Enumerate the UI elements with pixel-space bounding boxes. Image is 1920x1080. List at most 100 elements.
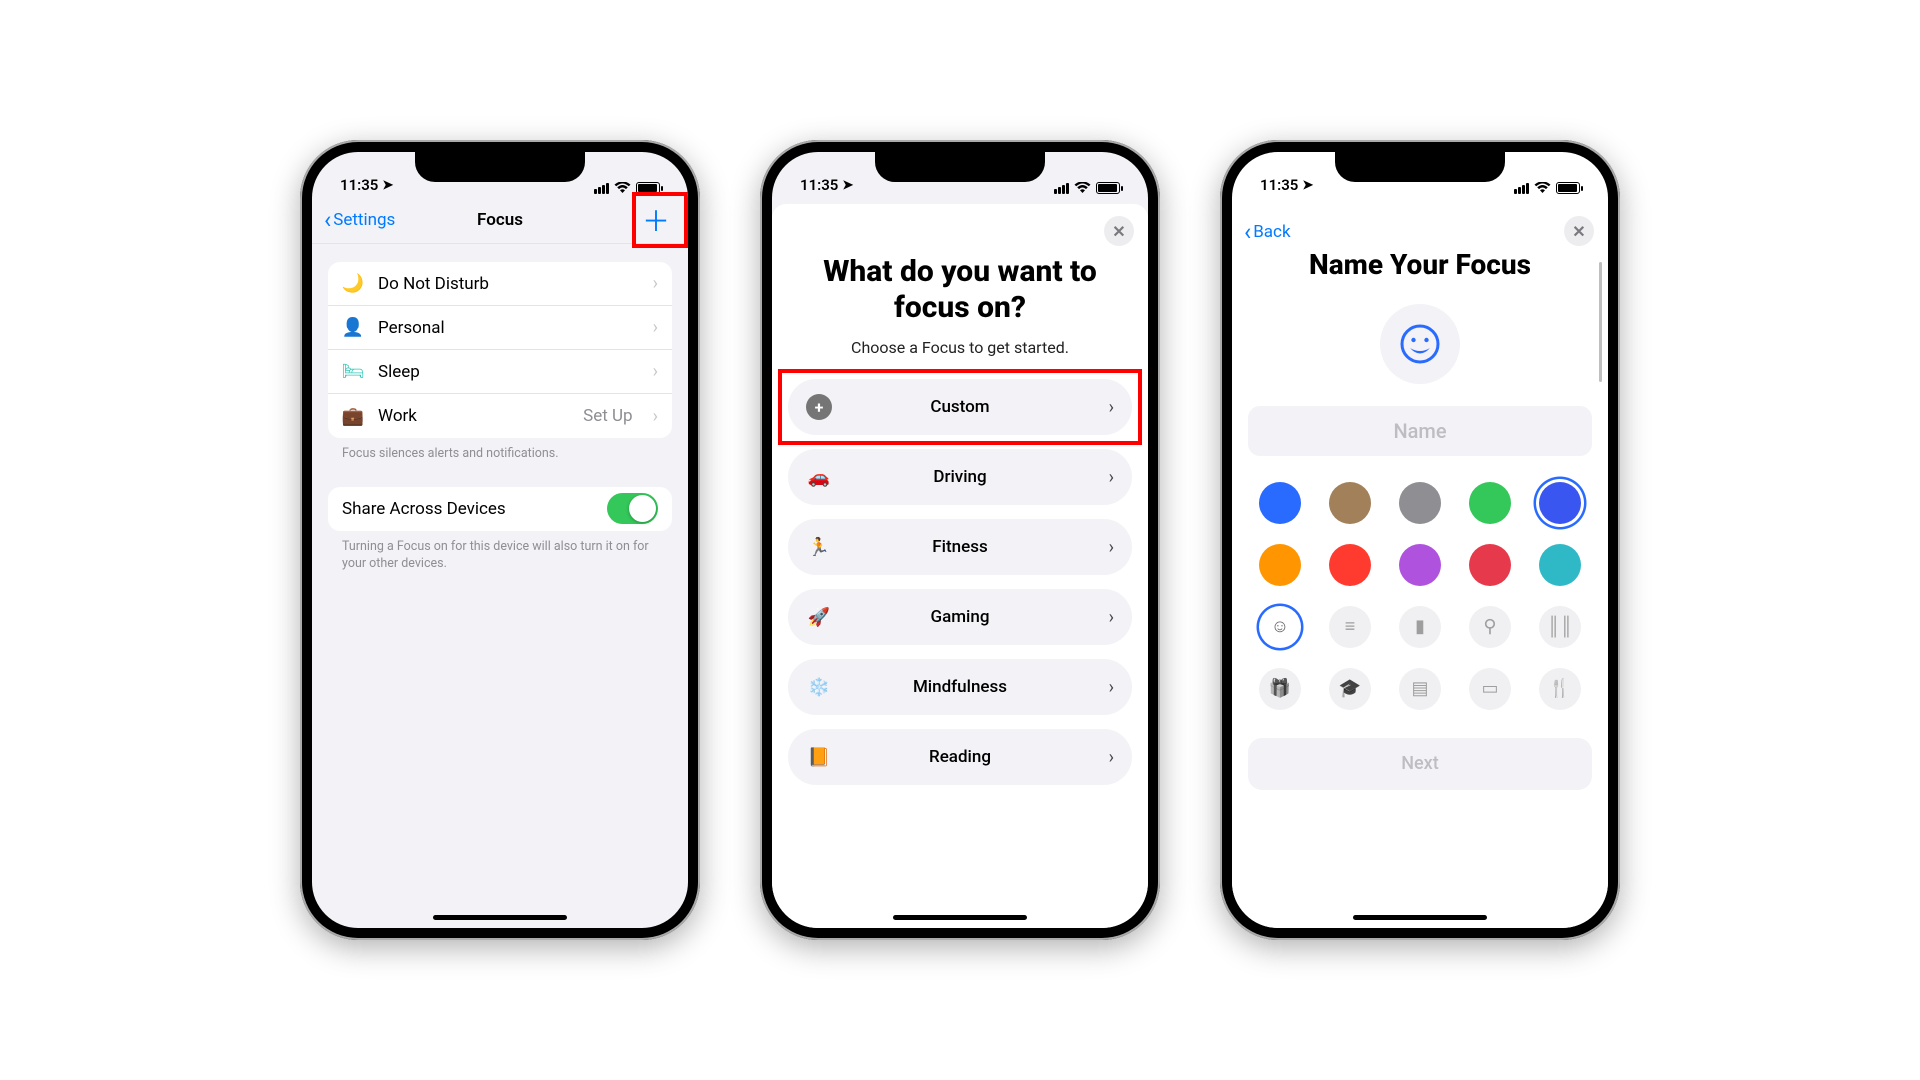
share-label: Share Across Devices [342, 499, 593, 519]
person-icon: 👤 [342, 317, 364, 339]
color-swatch[interactable] [1399, 544, 1441, 586]
cell-signal-icon [1054, 183, 1069, 194]
key-icon[interactable]: ⚲ [1469, 606, 1511, 648]
name-focus-sheet: ‹ Back ✕ Name Your Focus Name ☺ ≡ ▮ ⚲ ║║ 🎁 🎓 ▤ ▭… [1232, 204, 1608, 928]
color-swatch[interactable] [1539, 544, 1581, 586]
fork-icon[interactable]: 🍴 [1539, 668, 1581, 710]
focus-row-work[interactable]: 💼WorkSet Up› [328, 394, 672, 438]
focus-option-label: Driving [788, 467, 1132, 487]
location-icon: ➤ [382, 178, 393, 193]
next-button[interactable]: Next [1248, 738, 1592, 790]
focus-row-personal[interactable]: 👤 Personal › [328, 306, 672, 350]
phone-focus-list: 11:35 ➤ ‹ Settings Focus ＋ 🌙Do Not Distu… [300, 140, 700, 940]
focus-row-do-not-disturb[interactable]: 🌙Do Not Disturb› [328, 262, 672, 306]
file-icon[interactable]: ▤ [1399, 668, 1441, 710]
focus-option-reading[interactable]: 📙Reading› [788, 729, 1132, 785]
back-button[interactable]: ‹ Back [1244, 218, 1291, 246]
status-time: 11:35 [1260, 176, 1298, 194]
icon-preview [1380, 304, 1460, 384]
chevron-right-icon: › [653, 317, 658, 338]
notch [1335, 152, 1505, 182]
color-swatch[interactable] [1469, 544, 1511, 586]
focus-option-mindfulness[interactable]: ❄️Mindfulness› [788, 659, 1132, 715]
focus-option-driving[interactable]: 🚗Driving› [788, 449, 1132, 505]
phone-name-focus: 11:35 ➤ ‹ Back ✕ Name Your Focus [1220, 140, 1620, 940]
chevron-left-icon: ‹ [1244, 218, 1251, 246]
close-icon: ✕ [1112, 222, 1125, 241]
briefcase-icon: 💼 [342, 405, 364, 427]
add-focus-button[interactable]: ＋ [636, 200, 676, 240]
color-swatch[interactable] [1259, 482, 1301, 524]
library-icon[interactable]: ║║ [1539, 606, 1581, 648]
color-swatch[interactable] [1399, 482, 1441, 524]
smiley-icon [1399, 323, 1441, 365]
focus-row-label: Do Not Disturb [378, 274, 639, 294]
color-swatch[interactable] [1329, 482, 1371, 524]
chevron-right-icon: › [653, 273, 658, 294]
chevron-right-icon: › [653, 406, 658, 427]
back-button[interactable]: ‹ Settings [324, 206, 395, 234]
notch [875, 152, 1045, 182]
focus-option-label: Reading [788, 747, 1132, 767]
grad-cap-icon[interactable]: 🎓 [1329, 668, 1371, 710]
color-icon-grid: ☺ ≡ ▮ ⚲ ║║ 🎁 🎓 ▤ ▭ 🍴 [1248, 482, 1592, 710]
status-time: 11:35 [800, 176, 838, 194]
scroll-indicator [1599, 262, 1602, 382]
focus-option-custom[interactable]: +Custom› [788, 379, 1132, 435]
battery-icon [1096, 182, 1120, 194]
gift-icon[interactable]: 🎁 [1259, 668, 1301, 710]
home-indicator[interactable] [1353, 915, 1487, 920]
plus-icon: ＋ [642, 200, 670, 240]
card-icon[interactable]: ▭ [1469, 668, 1511, 710]
color-swatch[interactable] [1469, 482, 1511, 524]
battery-icon [1556, 182, 1580, 194]
focus-option-gaming[interactable]: 🚀Gaming› [788, 589, 1132, 645]
focus-list-card: 🌙Do Not Disturb›👤Personal›🛏Sleep›💼WorkSe… [328, 262, 672, 438]
focus-row-detail: Set Up [583, 406, 632, 426]
choose-focus-sheet: ✕ What do you want to focus on? Choose a… [772, 204, 1148, 928]
status-time: 11:35 [340, 176, 378, 194]
chevron-left-icon: ‹ [324, 206, 331, 234]
wifi-icon [614, 182, 631, 194]
focus-option-fitness[interactable]: 🏃Fitness› [788, 519, 1132, 575]
notch [415, 152, 585, 182]
wifi-icon [1074, 182, 1091, 194]
share-card: Share Across Devices [328, 487, 672, 531]
focus-options-list: +Custom› 🚗Driving› 🏃Fitness› 🚀Gaming› ❄️Mind… [788, 379, 1132, 797]
home-indicator[interactable] [433, 915, 567, 920]
share-hint: Turning a Focus on for this device will … [328, 531, 672, 573]
close-button[interactable]: ✕ [1564, 216, 1594, 246]
chevron-right-icon: › [653, 361, 658, 382]
share-toggle[interactable] [607, 493, 658, 524]
color-swatch[interactable] [1259, 544, 1301, 586]
focus-option-label: Custom [788, 397, 1132, 417]
cell-signal-icon [1514, 183, 1529, 194]
close-button[interactable]: ✕ [1104, 216, 1134, 246]
color-swatch[interactable] [1539, 482, 1581, 524]
sheet-subtitle: Choose a Focus to get started. [788, 338, 1132, 379]
focus-row-sleep[interactable]: 🛏Sleep› [328, 350, 672, 394]
color-swatch[interactable] [1329, 544, 1371, 586]
smiley-icon[interactable]: ☺ [1259, 606, 1301, 648]
bookmark-icon[interactable]: ▮ [1399, 606, 1441, 648]
location-icon: ➤ [842, 178, 853, 193]
phone-choose-focus: 11:35 ➤ ✕ What do you want to focus on? … [760, 140, 1160, 940]
cell-signal-icon [594, 183, 609, 194]
nav-bar: ‹ Settings Focus ＋ [312, 196, 688, 244]
share-across-devices-row: Share Across Devices [328, 487, 672, 531]
bed-icon: 🛏 [342, 361, 364, 383]
focus-option-label: Gaming [788, 607, 1132, 627]
home-indicator[interactable] [893, 915, 1027, 920]
focus-hint: Focus silences alerts and notifications. [328, 438, 672, 463]
focus-row-label: Personal [378, 318, 639, 338]
battery-icon [636, 182, 660, 194]
close-icon: ✕ [1572, 222, 1585, 241]
list-icon[interactable]: ≡ [1329, 606, 1371, 648]
wifi-icon [1534, 182, 1551, 194]
focus-name-input[interactable]: Name [1248, 406, 1592, 456]
sheet-title: Name Your Focus [1248, 218, 1592, 294]
content: 🌙Do Not Disturb›👤Personal›🛏Sleep›💼WorkSe… [312, 244, 688, 591]
name-placeholder: Name [1393, 419, 1446, 443]
location-icon: ➤ [1302, 178, 1313, 193]
focus-option-label: Fitness [788, 537, 1132, 557]
